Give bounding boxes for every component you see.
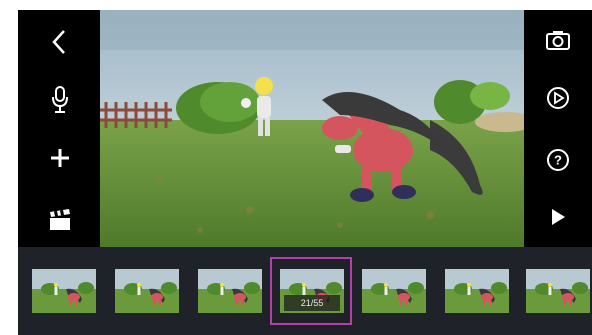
- frame-image: [198, 269, 262, 313]
- play-icon: [552, 209, 565, 225]
- camera-button[interactable]: [536, 20, 580, 60]
- frame-image: [445, 269, 509, 313]
- frame-thumbnail[interactable]: [32, 269, 96, 313]
- selected-frame-highlight: [270, 257, 352, 325]
- frame-thumbnail[interactable]: [198, 269, 262, 313]
- clapperboard-icon: [50, 209, 70, 230]
- record-audio-button[interactable]: [38, 80, 82, 120]
- frame-thumbnail[interactable]: [526, 269, 590, 313]
- add-icon: [51, 149, 69, 167]
- settings-button[interactable]: [536, 78, 580, 118]
- filmstrip: 21/55: [18, 247, 592, 335]
- frame-thumbnail[interactable]: [115, 269, 179, 313]
- left-toolbar: [18, 10, 100, 247]
- back-button[interactable]: [38, 22, 82, 62]
- frame-image: [362, 269, 426, 313]
- frame-image: [32, 269, 96, 313]
- preview-image: [100, 10, 524, 247]
- frame-image: [526, 269, 590, 313]
- help-icon: ?: [547, 149, 569, 171]
- play-button[interactable]: [536, 197, 580, 237]
- stop-motion-app: ? 21/55: [18, 10, 592, 335]
- frame-thumbnail[interactable]: [445, 269, 509, 313]
- back-icon: [52, 30, 65, 54]
- right-toolbar: ?: [524, 10, 592, 247]
- frame-image: [115, 269, 179, 313]
- clapperboard-button[interactable]: [38, 200, 82, 240]
- add-button[interactable]: [38, 138, 82, 178]
- camera-preview[interactable]: [100, 10, 524, 247]
- frame-counter: 21/55: [284, 295, 340, 311]
- settings-icon: [547, 87, 569, 109]
- svg-text:?: ?: [554, 153, 562, 168]
- help-button[interactable]: ?: [536, 140, 580, 180]
- microphone-icon: [52, 86, 68, 113]
- camera-icon: [546, 31, 570, 50]
- frame-thumbnail[interactable]: [362, 269, 426, 313]
